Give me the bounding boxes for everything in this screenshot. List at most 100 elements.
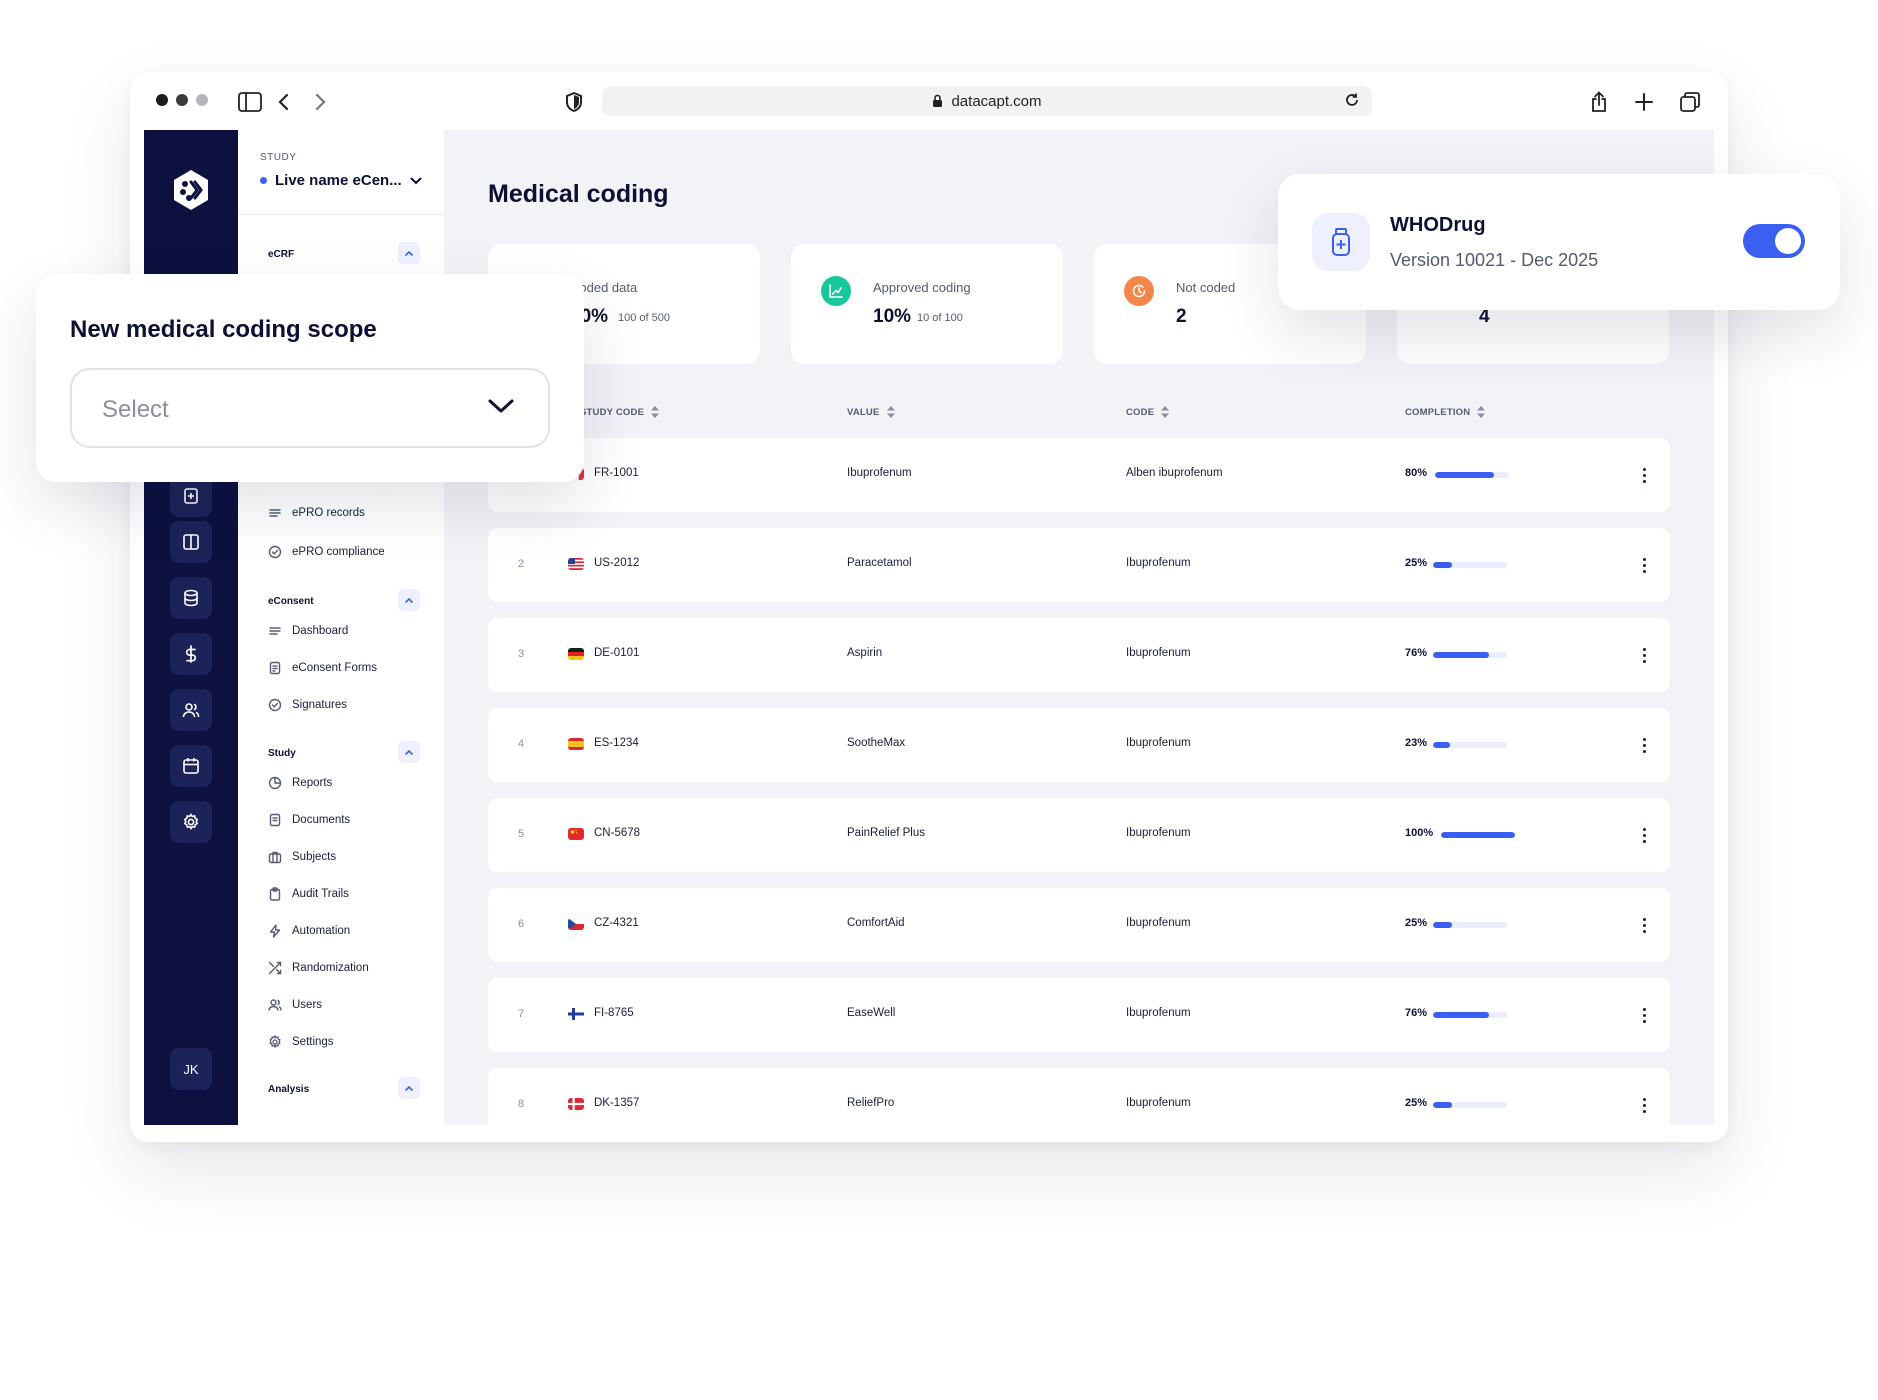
column-header-completion[interactable]: COMPLETION bbox=[1405, 406, 1486, 418]
nav-item-epro-compliance[interactable]: ePRO compliance bbox=[268, 545, 385, 559]
scope-select-dropdown[interactable]: Select bbox=[70, 368, 550, 448]
study-label: STUDY bbox=[260, 152, 297, 163]
study-selector[interactable]: Live name eCen... bbox=[260, 172, 422, 189]
row-menu-icon[interactable] bbox=[1638, 644, 1650, 666]
not-coded-clock-icon bbox=[1124, 276, 1154, 306]
nav-item-subjects[interactable]: Subjects bbox=[268, 850, 336, 864]
table-row[interactable]: 1 FR-1001 Ibuprofenum Alben ibuprofenum … bbox=[488, 438, 1670, 512]
minimize-window-dot[interactable] bbox=[176, 94, 188, 106]
nav-section-ecrf: eCRF bbox=[268, 249, 295, 260]
users-icon bbox=[268, 999, 282, 1011]
chevron-up-icon bbox=[405, 250, 413, 256]
rail-layout-icon[interactable] bbox=[170, 521, 212, 563]
collapse-econsent-toggle[interactable] bbox=[398, 589, 420, 611]
row-menu-icon[interactable] bbox=[1638, 824, 1650, 846]
sidebar-toggle-icon[interactable] bbox=[236, 88, 264, 116]
tab-overview-icon[interactable] bbox=[1676, 88, 1704, 116]
window-controls bbox=[156, 94, 208, 106]
code-cell: Ibuprofenum bbox=[1126, 827, 1191, 839]
reload-icon[interactable] bbox=[1344, 92, 1360, 108]
completion-bar-fill bbox=[1433, 922, 1452, 928]
row-menu-icon[interactable] bbox=[1638, 734, 1650, 756]
completion-bar bbox=[1433, 1012, 1507, 1018]
sort-icon bbox=[1161, 406, 1170, 418]
table-row[interactable]: 7 FI-8765 EaseWell Ibuprofenum 76% bbox=[488, 978, 1670, 1052]
close-window-dot[interactable] bbox=[156, 94, 168, 106]
table-row[interactable]: 4 ES-1234 SootheMax Ibuprofenum 23% bbox=[488, 708, 1670, 782]
completion-bar bbox=[1435, 472, 1509, 478]
collapse-study-toggle[interactable] bbox=[398, 741, 420, 763]
user-avatar[interactable]: JK bbox=[170, 1048, 212, 1090]
collapse-analysis-toggle[interactable] bbox=[398, 1077, 420, 1099]
column-header-code[interactable]: CODE bbox=[1126, 406, 1170, 418]
rail-users-icon[interactable] bbox=[170, 689, 212, 731]
nav-item-label: Subjects bbox=[292, 851, 337, 863]
nav-item-signatures[interactable]: Signatures bbox=[268, 698, 347, 712]
clipboard-icon bbox=[269, 887, 281, 901]
row-number: 2 bbox=[518, 558, 525, 570]
completion-bar bbox=[1433, 562, 1507, 568]
address-bar[interactable]: datacapt.com bbox=[602, 86, 1372, 116]
whodrug-toggle[interactable] bbox=[1743, 224, 1805, 258]
back-icon[interactable] bbox=[270, 88, 298, 116]
flag-fi-icon bbox=[568, 1008, 584, 1020]
completion-bar-fill bbox=[1433, 562, 1452, 568]
row-menu-icon[interactable] bbox=[1638, 1094, 1650, 1116]
nav-item-settings[interactable]: Settings bbox=[268, 1035, 334, 1049]
whodrug-card: WHODrug Version 10021 - Dec 2025 bbox=[1278, 174, 1840, 310]
collapse-ecrf-toggle[interactable] bbox=[398, 242, 420, 264]
row-number: 3 bbox=[518, 648, 525, 660]
maximize-window-dot[interactable] bbox=[196, 94, 208, 106]
column-header-label: COMPLETION bbox=[1405, 406, 1471, 418]
table-row[interactable]: 3 DE-0101 Aspirin Ibuprofenum 76% bbox=[488, 618, 1670, 692]
value-cell: EaseWell bbox=[847, 1007, 896, 1019]
table-row[interactable]: 2 US-2012 Paracetamol Ibuprofenum 25% bbox=[488, 528, 1670, 602]
datacapt-logo[interactable] bbox=[169, 168, 213, 212]
rail-payments-icon[interactable] bbox=[170, 633, 212, 675]
stat-label: Approved coding bbox=[873, 280, 971, 295]
completion-percent: 76% bbox=[1405, 647, 1428, 659]
list-icon bbox=[269, 509, 281, 517]
completion-bar-fill bbox=[1435, 472, 1495, 478]
completion-bar bbox=[1433, 742, 1507, 748]
rail-database-icon[interactable] bbox=[170, 577, 212, 619]
nav-item-users[interactable]: Users bbox=[268, 998, 322, 1012]
nav-item-automation[interactable]: Automation bbox=[268, 924, 350, 938]
chevron-up-icon bbox=[405, 597, 413, 603]
new-tab-icon[interactable] bbox=[1630, 88, 1658, 116]
nav-item-documents[interactable]: Documents bbox=[268, 813, 350, 827]
nav-item-econsent-forms[interactable]: eConsent Forms bbox=[268, 661, 377, 675]
nav-item-randomization[interactable]: Randomization bbox=[268, 961, 369, 975]
table-row[interactable]: 5 CN-5678 PainRelief Plus Ibuprofenum 10… bbox=[488, 798, 1670, 872]
value-cell: ComfortAid bbox=[847, 917, 905, 929]
nav-item-reports[interactable]: Reports bbox=[268, 776, 332, 790]
chevron-down-icon bbox=[410, 177, 422, 184]
column-header-study-code[interactable]: STUDY CODE bbox=[580, 406, 660, 418]
column-header-value[interactable]: VALUE bbox=[847, 406, 895, 418]
nav-item-dashboard[interactable]: Dashboard bbox=[268, 624, 348, 638]
row-menu-icon[interactable] bbox=[1638, 914, 1650, 936]
study-code-cell: US-2012 bbox=[594, 557, 640, 569]
nav-item-audit-trails[interactable]: Audit Trails bbox=[268, 887, 349, 901]
toggle-knob bbox=[1775, 228, 1801, 254]
nav-section-econsent: eConsent bbox=[268, 596, 314, 607]
value-cell: SootheMax bbox=[847, 737, 906, 749]
row-menu-icon[interactable] bbox=[1638, 464, 1650, 486]
table-row[interactable]: 8 DK-1357 ReliefPro Ibuprofenum 25% bbox=[488, 1068, 1670, 1125]
document-icon bbox=[269, 661, 281, 675]
rail-calendar-icon[interactable] bbox=[170, 745, 212, 787]
forward-icon[interactable] bbox=[306, 88, 334, 116]
page-title: Medical coding bbox=[488, 180, 669, 208]
code-cell: Ibuprofenum bbox=[1126, 647, 1191, 659]
list-icon bbox=[269, 627, 281, 635]
value-cell: PainRelief Plus bbox=[847, 827, 925, 839]
privacy-shield-icon[interactable] bbox=[560, 88, 588, 116]
nav-item-epro-records[interactable]: ePRO records bbox=[268, 506, 365, 520]
table-row[interactable]: 6 CZ-4321 ComfortAid Ibuprofenum 25% bbox=[488, 888, 1670, 962]
rail-settings-icon[interactable] bbox=[170, 801, 212, 843]
row-menu-icon[interactable] bbox=[1638, 554, 1650, 576]
completion-bar bbox=[1433, 922, 1507, 928]
share-icon[interactable] bbox=[1585, 88, 1613, 116]
row-menu-icon[interactable] bbox=[1638, 1004, 1650, 1026]
row-number: 4 bbox=[518, 738, 525, 750]
